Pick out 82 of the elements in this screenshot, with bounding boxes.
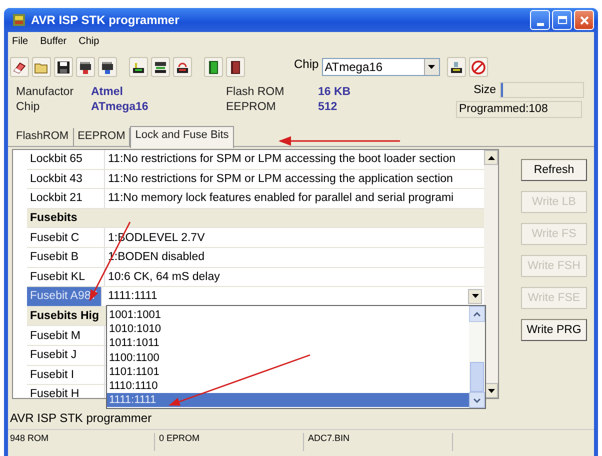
value-dropdown[interactable]: 1111:1111	[105, 287, 484, 306]
programmed-field: Programmed:108	[456, 101, 582, 118]
door-icon	[228, 60, 243, 74]
status-panel: 948 ROM	[8, 433, 155, 451]
chip-icon	[153, 60, 168, 74]
up-arrow-icon	[488, 156, 494, 160]
save-button[interactable]	[54, 57, 73, 77]
down-arrow-icon	[488, 388, 494, 392]
no-entry-button[interactable]	[468, 57, 488, 77]
eraser-button[interactable]	[10, 57, 29, 77]
status-text: AVR ISP STK programmer	[9, 411, 152, 427]
property-name[interactable]: Lockbit 21	[27, 189, 105, 208]
chip-button[interactable]	[173, 57, 192, 77]
property-value: 11:No restrictions for SPM or LPM accessing the boot loader section	[108, 153, 456, 166]
tab[interactable]: Lock and Fuse Bits	[130, 126, 234, 148]
app-icon	[12, 13, 26, 27]
menu-item[interactable]: File	[12, 36, 28, 48]
chip-button[interactable]	[129, 57, 148, 77]
save-icon	[56, 60, 71, 74]
property-name[interactable]: Fusebit I	[27, 366, 105, 384]
down-chevron-icon	[473, 398, 481, 402]
chip-button[interactable]	[98, 57, 117, 77]
info-label: Flash ROM	[226, 86, 286, 100]
door-button[interactable]	[204, 57, 223, 77]
info-label: EEPROM	[226, 101, 277, 115]
action-button[interactable]: Write PRG	[521, 319, 587, 341]
size-label: Size	[472, 84, 496, 96]
dropdown-option[interactable]: 1110:1110	[107, 378, 469, 394]
chip-icon	[100, 60, 115, 74]
caret-icon	[472, 294, 478, 298]
dropdown-option[interactable]: 1101:1101	[107, 364, 469, 379]
menu-item[interactable]: Buffer	[40, 36, 67, 48]
door-icon	[206, 60, 221, 74]
chip-icon	[448, 60, 464, 74]
property-name[interactable]: Fusebit J	[27, 346, 105, 365]
status-panel: 0 EPROM	[157, 433, 304, 451]
chip-label: Chip	[294, 57, 319, 71]
caret-icon	[428, 65, 436, 69]
scrollbar[interactable]	[484, 150, 498, 398]
group-header: Fusebits Hig	[29, 310, 100, 322]
close-icon	[578, 14, 590, 26]
no-entry-icon	[470, 60, 486, 74]
dropdown-option[interactable]: 1011:1011	[107, 336, 469, 351]
action-button[interactable]: Refresh	[521, 159, 587, 181]
scroll-up-button[interactable]	[484, 150, 498, 165]
chip-button[interactable]	[151, 57, 170, 77]
dropdown-option[interactable]: 1001:1001	[107, 308, 469, 322]
property-name[interactable]: Lockbit 43	[27, 170, 105, 188]
property-name[interactable]: Fusebit C	[27, 228, 105, 247]
property-value: 11:No restrictions for SPM or LPM accessing the application section	[108, 172, 453, 185]
dropdown-option[interactable]: 1010:1010	[107, 322, 469, 336]
status-panel: ADC7.BIN	[306, 433, 453, 451]
property-name[interactable]: Fusebit B	[27, 248, 105, 267]
info-value: 16 KB	[318, 86, 351, 100]
tab[interactable]: FlashROM	[12, 128, 74, 146]
property-name[interactable]: Fusebit H	[27, 385, 105, 398]
property-value: 10:6 CK, 64 mS delay	[108, 270, 220, 283]
up-chevron-icon	[473, 312, 481, 316]
info-value: 512	[318, 101, 338, 115]
property-name[interactable]: Lockbit 65	[27, 150, 105, 169]
group-header: Fusebits	[29, 212, 78, 224]
chip-icon	[78, 60, 93, 74]
chip-button[interactable]	[76, 57, 95, 77]
property-name[interactable]: Fusebit KL	[27, 268, 105, 286]
chip-dropdown[interactable]: ATmega16	[322, 58, 440, 76]
info-label: Chip	[16, 101, 41, 115]
property-name[interactable]: Fusebit M	[27, 326, 105, 345]
maximize-button[interactable]	[552, 10, 572, 30]
window-title: AVR ISP STK programmer	[31, 13, 180, 27]
info-value: Atmel	[91, 86, 123, 100]
menu-item[interactable]: Chip	[78, 36, 100, 48]
dropdown-option[interactable]: 1111:1111	[107, 393, 469, 408]
door-button[interactable]	[226, 57, 245, 77]
folder-button[interactable]	[32, 57, 51, 77]
close-button[interactable]	[574, 10, 594, 30]
minimize-button[interactable]	[530, 10, 550, 30]
info-label: Manufactor	[16, 86, 75, 100]
eraser-icon	[12, 60, 27, 74]
dropdown-option[interactable]: 1100:1100	[107, 350, 469, 365]
property-value: 11:No memory lock features enabled for parallel and serial programi	[108, 192, 454, 204]
chip-button[interactable]	[446, 57, 466, 77]
info-value: ATmega16	[91, 101, 148, 115]
